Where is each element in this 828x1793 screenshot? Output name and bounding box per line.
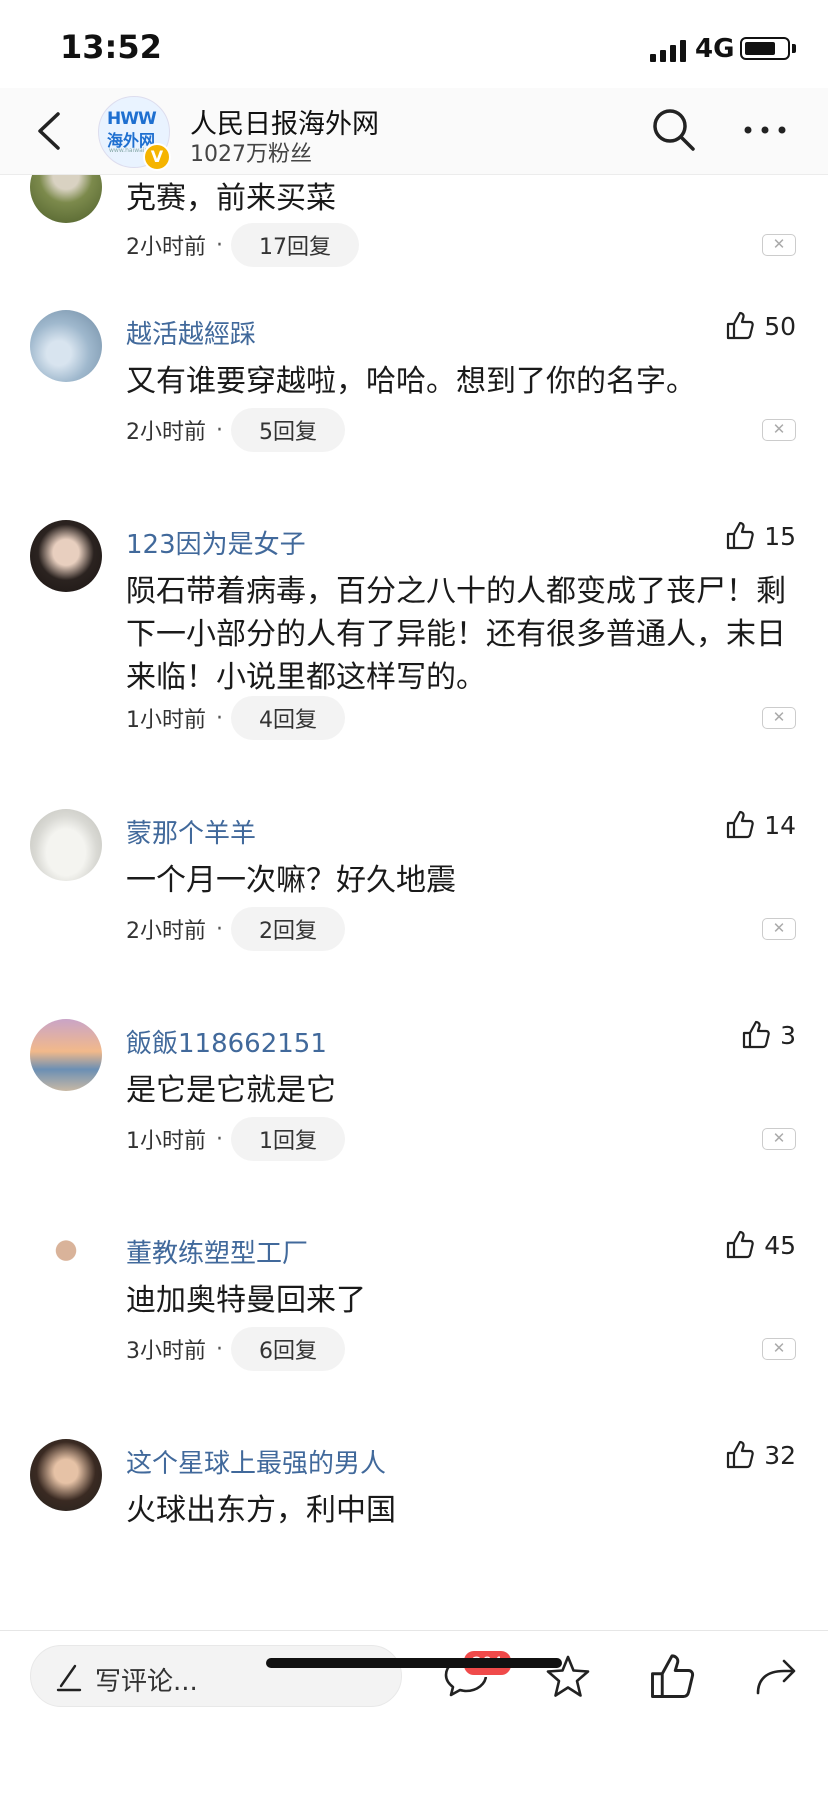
like-count: 14 (764, 810, 796, 840)
status-time: 13:52 (60, 28, 162, 66)
meta-separator: · (216, 1336, 223, 1362)
more-button[interactable] (740, 110, 790, 150)
meta-separator: · (216, 705, 223, 731)
like-count: 50 (764, 311, 796, 341)
status-bar: 13:52 4G (0, 0, 828, 88)
user-avatar[interactable] (30, 520, 102, 592)
comment-username[interactable]: 飯飯118662151 (126, 1023, 327, 1060)
comment-list[interactable]: 克赛，前来买菜 2小时前 · 17回复 ✕ 越活越經踩 50 又有谁要穿越啦，哈… (0, 175, 828, 1630)
comment-time: 2小时前 (126, 420, 206, 445)
dismiss-button[interactable]: ✕ (762, 1128, 796, 1150)
user-avatar[interactable] (30, 1229, 102, 1301)
comment-time: 1小时前 (126, 1129, 206, 1154)
dismiss-button[interactable]: ✕ (762, 419, 796, 441)
meta-separator: · (216, 417, 223, 443)
bottom-action-bar: 写评论... 204 (0, 1630, 828, 1793)
comment-text: 迪加奥特曼回来了 (126, 1283, 366, 1318)
comment-meta: 2小时前 · 5回复 (126, 408, 345, 452)
chevron-left-icon (38, 112, 60, 150)
reply-count-button[interactable]: 6回复 (231, 1327, 345, 1371)
share-button[interactable] (750, 1651, 802, 1703)
logo-text: HWW (107, 109, 157, 129)
comment-username[interactable]: 这个星球上最强的男人 (126, 1443, 386, 1480)
header: HWW 海外网 www.haiwainet.cn V 人民日报海外网 1027万… (0, 88, 828, 175)
comment-text: 又有谁要穿越啦，哈哈。想到了你的名字。 (126, 364, 696, 399)
dismiss-button[interactable]: ✕ (762, 918, 796, 940)
user-avatar[interactable] (30, 1019, 102, 1091)
thumbs-up-icon (727, 1230, 754, 1259)
like-button[interactable]: 45 (724, 1229, 796, 1261)
more-dots-icon (744, 126, 786, 134)
comment-username[interactable]: 越活越經踩 (126, 314, 256, 351)
share-arrow-icon (756, 1659, 796, 1695)
follower-count: 1027万粉丝 (190, 142, 312, 167)
verified-badge-icon: V (143, 143, 171, 171)
comment-time: 3小时前 (126, 1339, 206, 1364)
comment-time: 2小时前 (126, 235, 206, 260)
comment-meta: 2小时前 · 2回复 (126, 907, 345, 951)
comment-meta: 3小时前 · 6回复 (126, 1327, 345, 1371)
pen-icon (56, 1664, 82, 1692)
like-article-button[interactable] (646, 1651, 698, 1703)
battery-nub (792, 44, 796, 53)
reply-count-button[interactable]: 5回复 (231, 408, 345, 452)
user-avatar[interactable] (30, 310, 102, 382)
reply-count-button[interactable]: 1回复 (231, 1117, 345, 1161)
thumbs-up-icon (742, 1020, 770, 1049)
like-button[interactable]: 32 (724, 1439, 796, 1471)
comment-time: 1小时前 (126, 708, 206, 733)
home-indicator (266, 1658, 562, 1668)
dismiss-button[interactable]: ✕ (762, 1338, 796, 1360)
signal-icon (650, 38, 686, 62)
user-avatar[interactable] (30, 175, 102, 223)
back-button[interactable] (28, 106, 72, 156)
thumbs-up-icon (727, 311, 754, 340)
like-count: 15 (764, 521, 796, 551)
comment-input-placeholder: 写评论... (95, 1667, 198, 1697)
like-button[interactable]: 14 (724, 809, 796, 841)
comment-meta: 2小时前 · 17回复 (126, 223, 359, 267)
user-avatar[interactable] (30, 809, 102, 881)
meta-separator: · (216, 916, 223, 942)
thumbs-up-icon (727, 521, 754, 550)
comment-meta: 1小时前 · 4回复 (126, 696, 345, 740)
like-button[interactable]: 50 (724, 310, 796, 342)
comment-text: 火球出东方，利中国 (126, 1493, 396, 1528)
reply-count-button[interactable]: 2回复 (231, 907, 345, 951)
user-avatar[interactable] (30, 1439, 102, 1511)
comment-text: 是它是它就是它 (126, 1073, 336, 1108)
meta-separator: · (216, 1126, 223, 1152)
thumbs-up-icon (651, 1654, 695, 1698)
meta-separator: · (216, 232, 223, 258)
like-button[interactable]: 3 (740, 1019, 796, 1051)
account-avatar[interactable]: HWW 海外网 www.haiwainet.cn V (98, 96, 171, 171)
comment-text: 克赛，前来买菜 (126, 181, 336, 216)
comment-text: 陨石带着病毒，百分之八十的人都变成了丧尸！剩下一小部分的人有了异能！还有很多普通… (126, 574, 786, 695)
comment-input[interactable]: 写评论... (30, 1645, 402, 1707)
like-count: 32 (764, 1440, 796, 1470)
like-count: 45 (764, 1230, 796, 1260)
dismiss-button[interactable]: ✕ (762, 234, 796, 256)
thumbs-up-icon (727, 810, 754, 839)
comment-meta: 1小时前 · 1回复 (126, 1117, 345, 1161)
comment-username[interactable]: 董教练塑型工厂 (126, 1233, 308, 1270)
search-button[interactable] (650, 106, 698, 154)
dismiss-button[interactable]: ✕ (762, 707, 796, 729)
like-button[interactable]: 15 (724, 520, 796, 552)
battery-icon (740, 37, 790, 60)
thumbs-up-icon (727, 1440, 754, 1469)
comment-username[interactable]: 蒙那个羊羊 (126, 813, 256, 850)
search-icon (653, 109, 695, 151)
network-label: 4G (695, 34, 735, 64)
comment-time: 2小时前 (126, 919, 206, 944)
reply-count-button[interactable]: 17回复 (231, 223, 359, 267)
comment-text: 一个月一次嘛？好久地震 (126, 863, 456, 898)
reply-count-button[interactable]: 4回复 (231, 696, 345, 740)
comment-username[interactable]: 123因为是女子 (126, 524, 306, 561)
like-count: 3 (780, 1020, 796, 1050)
